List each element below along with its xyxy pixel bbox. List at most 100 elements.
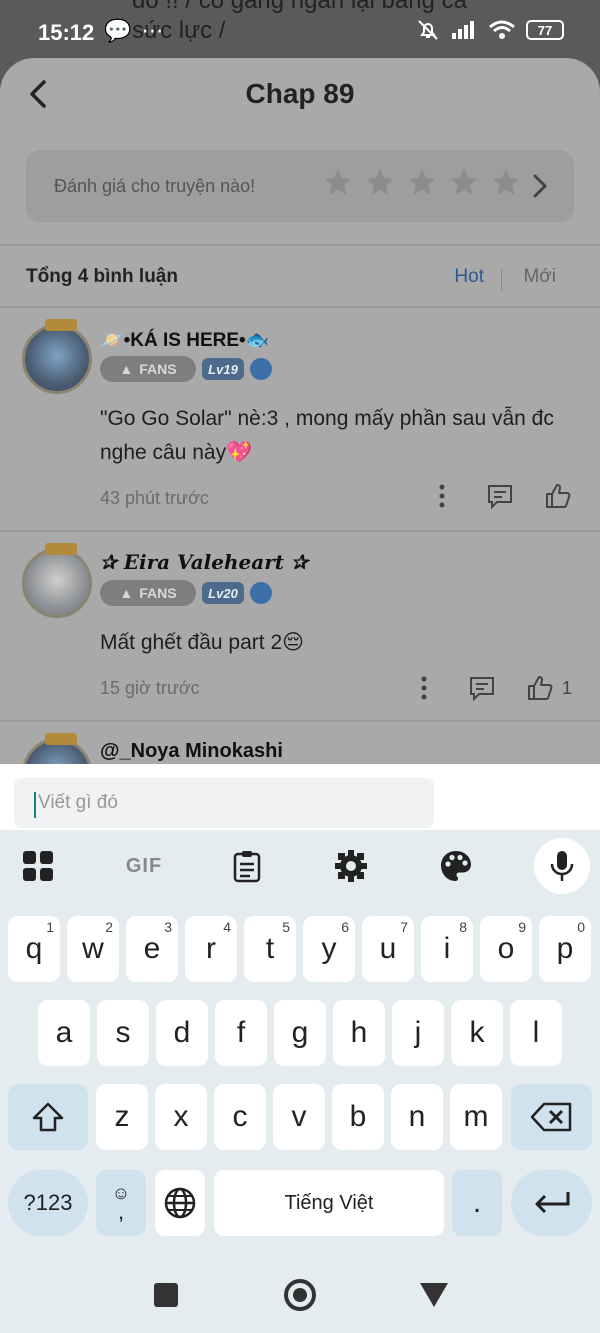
user-badges: ▲ FANS Lv19 — [100, 356, 272, 382]
shift-key[interactable] — [8, 1084, 88, 1150]
microphone-button[interactable] — [534, 838, 590, 894]
key-v[interactable]: v — [273, 1084, 325, 1150]
key-w[interactable]: w2 — [67, 916, 119, 982]
user-badges: ▲ FANS Lv20 — [100, 580, 272, 606]
tab-hot[interactable]: Hot — [454, 266, 484, 288]
key-k[interactable]: k — [451, 1000, 503, 1066]
key-u[interactable]: u7 — [362, 916, 414, 982]
home-button[interactable] — [284, 1279, 316, 1311]
key-j[interactable]: j — [392, 1000, 444, 1066]
like-icon[interactable] — [544, 482, 572, 510]
key-g[interactable]: g — [274, 1000, 326, 1066]
key-s[interactable]: s — [97, 1000, 149, 1066]
comment-time: 15 giờ trước — [100, 678, 200, 698]
status-right-icons: 77 — [416, 18, 564, 42]
key-label: u — [379, 932, 397, 965]
key-b[interactable]: b — [332, 1084, 384, 1150]
key-r[interactable]: r4 — [185, 916, 237, 982]
key-d[interactable]: d — [156, 1000, 208, 1066]
key-number-hint: 5 — [282, 919, 290, 935]
reply-icon[interactable] — [468, 674, 496, 702]
comment-count: Tổng 4 bình luận — [26, 266, 178, 287]
reply-icon[interactable] — [486, 482, 514, 510]
star-icon[interactable] — [322, 166, 354, 198]
key-number-hint: 0 — [577, 919, 585, 935]
palette-icon[interactable] — [438, 848, 474, 884]
rating-prompt[interactable]: Đánh giá cho truyện nào! — [26, 150, 574, 222]
avatar[interactable] — [22, 319, 92, 394]
key-label: o — [497, 932, 515, 965]
star-icon[interactable] — [448, 166, 480, 198]
key-o[interactable]: o9 — [480, 916, 532, 982]
key-q[interactable]: q1 — [8, 916, 60, 982]
key-number-hint: 2 — [105, 919, 113, 935]
rating-stars[interactable] — [322, 166, 522, 198]
level-badge: Lv19 — [202, 358, 244, 380]
key-l[interactable]: l — [510, 1000, 562, 1066]
period-key[interactable]: . — [452, 1170, 502, 1236]
avatar[interactable] — [22, 543, 92, 618]
back-button[interactable] — [420, 1283, 448, 1307]
divider — [0, 244, 600, 246]
settings-gear-icon[interactable] — [333, 848, 369, 884]
comment-item: ✰ Eira Valeheart ✰ ▲ FANS Lv20 Mất ghết đ… — [0, 543, 600, 724]
keyboard-toolbar: GIF — [0, 830, 600, 902]
backspace-icon — [530, 1102, 571, 1132]
gif-button[interactable]: GIF — [122, 848, 166, 884]
apps-grid-icon[interactable] — [20, 848, 56, 884]
key-f[interactable]: f — [215, 1000, 267, 1066]
clipboard-icon[interactable] — [229, 848, 265, 884]
star-icon[interactable] — [364, 166, 396, 198]
chevron-right-icon[interactable] — [532, 172, 548, 200]
space-key[interactable]: Tiếng Việt — [214, 1170, 444, 1236]
more-vertical-icon[interactable] — [428, 482, 456, 510]
fans-badge: ▲ FANS — [100, 356, 196, 382]
key-t[interactable]: t5 — [244, 916, 296, 982]
shift-arrow-icon — [32, 1102, 64, 1132]
divider — [0, 720, 600, 722]
verified-shield-icon — [250, 358, 272, 380]
key-n[interactable]: n — [391, 1084, 443, 1150]
comment-time: 43 phút trước — [100, 488, 209, 508]
recents-button[interactable] — [154, 1283, 178, 1307]
tab-new[interactable]: Mới — [523, 266, 556, 288]
chat-bubble-icon: 💬 — [104, 18, 134, 43]
star-icon[interactable] — [490, 166, 522, 198]
comment-author[interactable]: @_Noya Minokashi — [100, 740, 283, 763]
language-key[interactable] — [155, 1170, 205, 1236]
key-z[interactable]: z — [96, 1084, 148, 1150]
text-caret — [34, 792, 36, 818]
key-label: p — [556, 932, 574, 965]
comment-author[interactable]: 🪐•KÁ IS HERE•🐟 — [100, 328, 269, 352]
key-y[interactable]: y6 — [303, 916, 355, 982]
key-x[interactable]: x — [155, 1084, 207, 1150]
mute-bell-icon — [418, 20, 438, 40]
comment-input[interactable]: Viết gì đó — [14, 778, 434, 828]
key-a[interactable]: a — [38, 1000, 90, 1066]
key-number-hint: 3 — [164, 919, 172, 935]
key-number-hint: 4 — [223, 919, 231, 935]
key-label: e — [143, 932, 161, 965]
comment-input-bar: Viết gì đó — [0, 764, 600, 830]
key-h[interactable]: h — [333, 1000, 385, 1066]
key-p[interactable]: p0 — [539, 916, 591, 982]
backspace-key[interactable] — [511, 1084, 592, 1150]
like-icon[interactable] — [526, 674, 554, 702]
tab-divider — [501, 270, 502, 290]
comment-author[interactable]: ✰ Eira Valeheart ✰ — [100, 550, 308, 574]
comment-actions: 1 — [410, 674, 572, 702]
enter-key[interactable] — [511, 1170, 592, 1236]
more-vertical-icon[interactable] — [410, 674, 438, 702]
emoji-comma-key[interactable]: ☺ , — [96, 1170, 146, 1236]
key-c[interactable]: c — [214, 1084, 266, 1150]
divider — [0, 530, 600, 532]
avatar-frame-badge — [45, 733, 77, 745]
key-e[interactable]: e3 — [126, 916, 178, 982]
triangle-icon: ▲ — [119, 585, 134, 601]
symbols-key[interactable]: ?123 — [8, 1170, 88, 1236]
key-m[interactable]: m — [450, 1084, 502, 1150]
signal-icon — [452, 21, 474, 39]
key-number-hint: 8 — [459, 919, 467, 935]
key-i[interactable]: i8 — [421, 916, 473, 982]
star-icon[interactable] — [406, 166, 438, 198]
